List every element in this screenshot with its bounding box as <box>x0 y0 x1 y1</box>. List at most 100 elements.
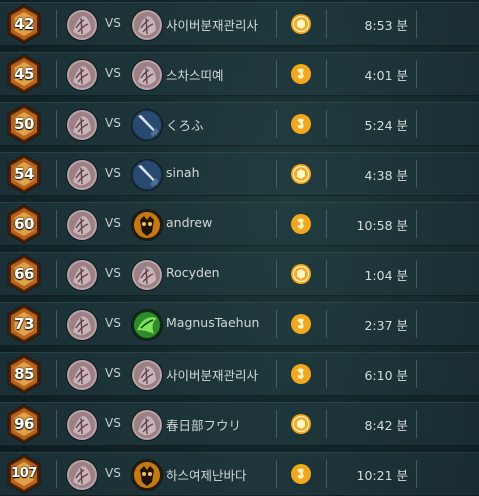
level-number: 50 <box>14 115 34 133</box>
swirl-icon <box>290 463 312 485</box>
divider <box>56 210 57 238</box>
divider <box>326 160 327 188</box>
match-duration: 6:10 분 <box>364 368 408 383</box>
level-badge: 54 <box>6 154 42 194</box>
divider <box>276 110 277 138</box>
match-row[interactable]: 54 VS sinah 4:38 분 <box>0 152 479 196</box>
opponent-name[interactable]: 사이버분재관리사 <box>166 15 258 34</box>
level-badge: 42 <box>6 4 42 44</box>
player-avatar-icon[interactable] <box>66 459 98 491</box>
divider <box>56 160 57 188</box>
opponent-avatar-icon[interactable] <box>131 159 163 191</box>
divider <box>416 110 417 138</box>
player-avatar-icon[interactable] <box>66 259 98 291</box>
opponent-name[interactable]: 하스여제난바다 <box>166 465 247 484</box>
match-duration: 1:04 분 <box>364 268 408 283</box>
divider <box>326 410 327 438</box>
divider <box>276 60 277 88</box>
player-avatar-icon[interactable] <box>66 59 98 91</box>
opponent-avatar-icon[interactable] <box>131 459 163 491</box>
match-row[interactable]: 85 VS 사이버분재관리사 6:10 분 <box>0 352 479 396</box>
divider <box>56 110 57 138</box>
divider <box>416 210 417 238</box>
divider <box>416 60 417 88</box>
opponent-avatar-icon[interactable] <box>131 259 163 291</box>
level-badge: 66 <box>6 254 42 294</box>
vs-label: VS <box>105 16 121 30</box>
vs-label: VS <box>105 66 121 80</box>
match-row[interactable]: 60 VS andrew 10:58 분 <box>0 202 479 246</box>
opponent-avatar-icon[interactable] <box>131 359 163 391</box>
divider <box>276 460 277 488</box>
opponent-avatar-icon[interactable] <box>131 309 163 341</box>
match-duration: 8:42 분 <box>364 418 408 433</box>
opponent-avatar-icon[interactable] <box>131 209 163 241</box>
match-duration: 5:24 분 <box>364 118 408 133</box>
divider <box>276 360 277 388</box>
divider <box>326 10 327 38</box>
level-number: 54 <box>14 165 34 183</box>
opponent-name[interactable]: 사이버분재관리사 <box>166 365 258 384</box>
level-badge: 107 <box>6 454 42 494</box>
match-row[interactable]: 42 VS 사이버분재관리사 8:53 분 <box>0 2 479 46</box>
divider <box>326 110 327 138</box>
level-badge: 45 <box>6 54 42 94</box>
divider <box>416 310 417 338</box>
level-number: 60 <box>14 215 34 233</box>
divider <box>416 360 417 388</box>
player-avatar-icon[interactable] <box>66 159 98 191</box>
swirl-icon <box>290 63 312 85</box>
divider <box>56 310 57 338</box>
divider <box>416 260 417 288</box>
vs-label: VS <box>105 416 121 430</box>
divider <box>276 310 277 338</box>
match-duration: 4:38 분 <box>364 168 408 183</box>
opponent-avatar-icon[interactable] <box>131 409 163 441</box>
opponent-avatar-icon[interactable] <box>131 59 163 91</box>
level-badge: 50 <box>6 104 42 144</box>
opponent-name[interactable]: sinah <box>166 165 200 180</box>
player-avatar-icon[interactable] <box>66 409 98 441</box>
match-duration: 2:37 분 <box>364 318 408 333</box>
divider <box>326 310 327 338</box>
player-avatar-icon[interactable] <box>66 359 98 391</box>
vs-label: VS <box>105 366 121 380</box>
match-row[interactable]: 96 VS 春日部フウリ 8:42 분 <box>0 402 479 446</box>
opponent-name[interactable]: MagnusTaehun <box>166 315 259 330</box>
match-row[interactable]: 66 VS Rocyden 1:04 분 <box>0 252 479 296</box>
level-badge: 60 <box>6 204 42 244</box>
match-row[interactable]: 45 VS 스차스띠예 4:01 분 <box>0 52 479 96</box>
divider <box>56 260 57 288</box>
divider <box>326 260 327 288</box>
divider <box>326 460 327 488</box>
player-avatar-icon[interactable] <box>66 109 98 141</box>
player-avatar-icon[interactable] <box>66 309 98 341</box>
divider <box>276 410 277 438</box>
opponent-name[interactable]: くろふ <box>166 115 204 134</box>
vs-label: VS <box>105 116 121 130</box>
level-badge: 85 <box>6 354 42 394</box>
divider <box>276 260 277 288</box>
opponent-name[interactable]: andrew <box>166 215 212 230</box>
vs-label: VS <box>105 266 121 280</box>
match-row[interactable]: 50 VS くろふ 5:24 분 <box>0 102 479 146</box>
divider <box>416 160 417 188</box>
opponent-avatar-icon[interactable] <box>131 9 163 41</box>
vs-label: VS <box>105 466 121 480</box>
level-number: 66 <box>14 265 34 283</box>
opponent-avatar-icon[interactable] <box>131 109 163 141</box>
player-avatar-icon[interactable] <box>66 209 98 241</box>
match-row[interactable]: 73 VS MagnusTaehun 2:37 분 <box>0 302 479 346</box>
coin-icon <box>290 413 312 435</box>
divider <box>326 60 327 88</box>
opponent-name[interactable]: 스차스띠예 <box>166 65 224 84</box>
opponent-name[interactable]: 春日部フウリ <box>166 415 241 434</box>
divider <box>326 210 327 238</box>
swirl-icon <box>290 213 312 235</box>
coin-icon <box>290 263 312 285</box>
opponent-name[interactable]: Rocyden <box>166 265 220 280</box>
player-avatar-icon[interactable] <box>66 9 98 41</box>
divider <box>416 410 417 438</box>
divider <box>326 360 327 388</box>
match-row[interactable]: 107 VS 하스여제난바다 10:21 분 <box>0 452 479 496</box>
